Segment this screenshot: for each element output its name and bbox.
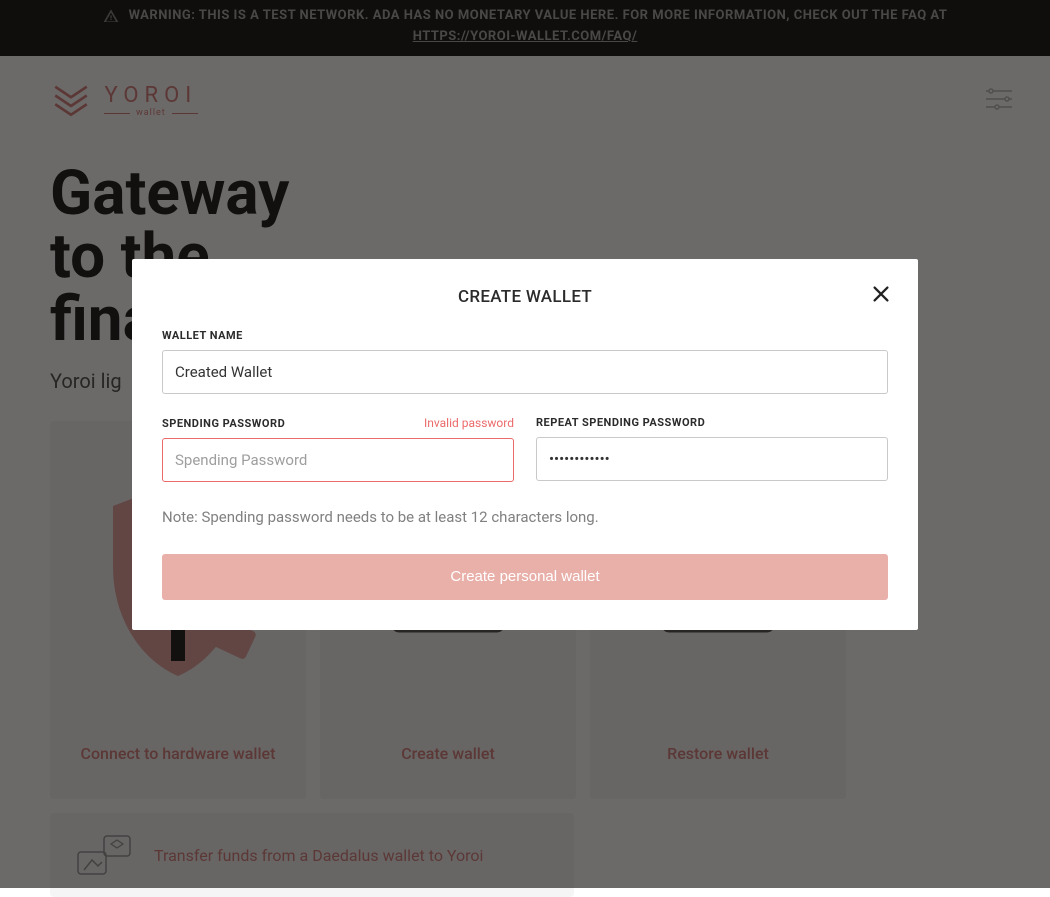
repeat-password-label: REPEAT SPENDING PASSWORD (536, 416, 705, 429)
spending-password-label: SPENDING PASSWORD (162, 417, 285, 430)
password-requirement-note: Note: Spending password needs to be at l… (162, 508, 888, 526)
wallet-name-label: WALLET NAME (162, 329, 888, 342)
close-icon (870, 283, 892, 305)
modal-close-button[interactable] (870, 283, 892, 305)
repeat-password-input[interactable] (536, 437, 888, 481)
spending-password-error: Invalid password (424, 416, 514, 430)
wallet-name-input[interactable] (162, 350, 888, 394)
spending-password-input[interactable] (162, 438, 514, 482)
modal-title: CREATE WALLET (162, 287, 888, 307)
create-wallet-modal: CREATE WALLET WALLET NAME SPENDING PASSW… (132, 259, 918, 630)
create-personal-wallet-button[interactable]: Create personal wallet (162, 554, 888, 600)
modal-overlay: CREATE WALLET WALLET NAME SPENDING PASSW… (0, 0, 1050, 888)
